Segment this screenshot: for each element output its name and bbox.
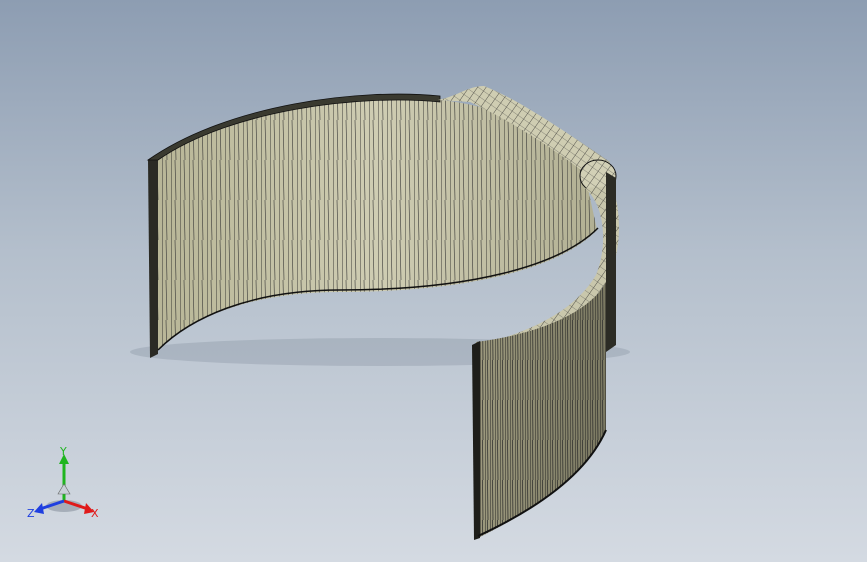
orientation-triad[interactable]: Y X Z (24, 445, 106, 526)
clip-left-edge (148, 154, 158, 358)
triad-cone (57, 483, 71, 495)
graphics-viewport[interactable]: Y X Z (0, 0, 867, 562)
y-axis-label: Y (59, 446, 67, 458)
clip-front-mesh (476, 282, 606, 538)
model-view[interactable] (0, 0, 867, 562)
clip-inner-mesh (158, 98, 597, 350)
triad-graphic: Y X Z (27, 445, 99, 520)
clip-front-left-edge (472, 341, 480, 540)
z-axis-label: Z (27, 507, 35, 520)
x-axis-label: X (91, 507, 99, 520)
z-axis-arrow (34, 503, 44, 514)
clip-right-back-edge (606, 172, 616, 352)
